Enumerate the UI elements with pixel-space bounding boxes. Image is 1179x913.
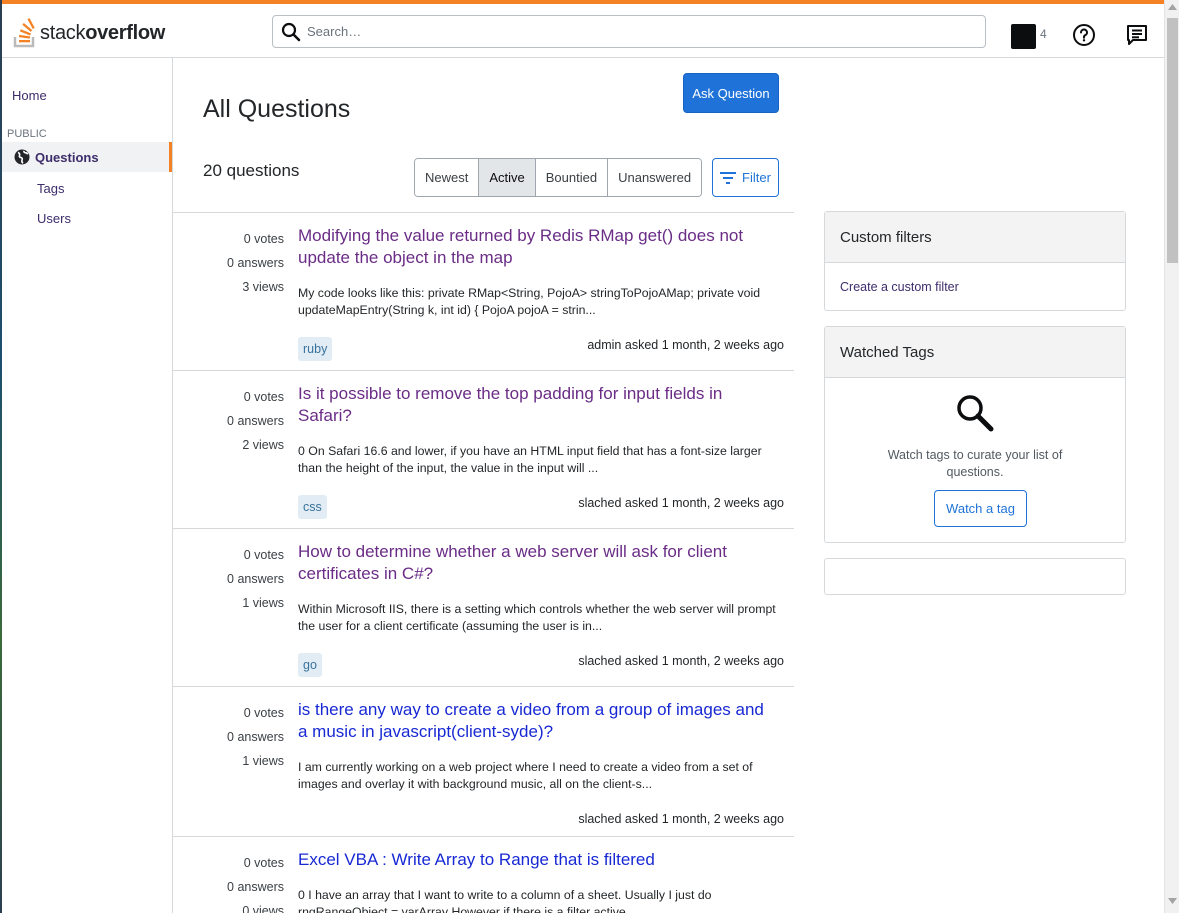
vote-count: 0 votes — [243, 390, 284, 404]
left-sidebar: Home PUBLIC Questions Tags Users — [2, 58, 173, 913]
tag-badge[interactable]: go — [298, 653, 322, 677]
question-meta: slached asked 1 month, 2 weeks ago — [578, 496, 784, 510]
ask-question-button[interactable]: Ask Question — [683, 73, 779, 113]
watched-tags-widget: Watched Tags Watch tags to curate your l… — [824, 326, 1126, 543]
question-excerpt: Within Microsoft IIS, there is a setting… — [298, 602, 776, 633]
question-title-link[interactable]: Modifying the value returned by Redis RM… — [298, 225, 778, 269]
filter-button-label: Filter — [742, 170, 771, 185]
search-box[interactable] — [272, 15, 986, 48]
question-summary: 0 votes 0 answers 3 views Modifying the … — [173, 212, 794, 370]
scroll-up-arrow-icon[interactable] — [1168, 4, 1177, 10]
view-count: 3 views — [242, 280, 284, 294]
question-excerpt: I am currently working on a web project … — [298, 760, 753, 791]
answer-count: 0 answers — [227, 730, 284, 744]
question-title-link[interactable]: Excel VBA : Write Array to Range that is… — [298, 849, 778, 871]
tag-badge[interactable]: css — [298, 495, 327, 519]
sidebar-item-users[interactable]: Users — [37, 211, 71, 226]
watched-tags-note: Watch tags to curate your list of questi… — [887, 448, 1063, 479]
question-excerpt: My code looks like this: private RMap<St… — [298, 286, 761, 317]
view-count: 1 views — [242, 596, 284, 610]
vote-count: 0 votes — [243, 548, 284, 562]
sidebar-item-label: Questions — [35, 149, 99, 165]
logo-wordmark: stackoverflow — [40, 21, 166, 44]
search-input[interactable] — [307, 20, 967, 43]
avatar[interactable] — [1011, 24, 1036, 49]
question-summary: 0 votes 0 answers 1 views is there any w… — [173, 686, 794, 844]
sidebar-section-label: PUBLIC — [7, 128, 47, 140]
question-stats: 0 votes 0 answers 1 views — [227, 706, 284, 778]
custom-filters-widget: Custom filters Create a custom filter — [824, 211, 1126, 311]
question-title-link[interactable]: Is it possible to remove the top padding… — [298, 383, 778, 427]
filter-icon — [720, 171, 737, 184]
watch-tag-button[interactable]: Watch a tag — [934, 490, 1027, 527]
answer-count: 0 answers — [227, 572, 284, 586]
tab-active[interactable]: Active — [479, 159, 536, 196]
tab-unanswered[interactable]: Unanswered — [608, 159, 702, 196]
sidebar-item-tags[interactable]: Tags — [37, 181, 64, 196]
view-count: 1 views — [242, 754, 284, 768]
question-excerpt: 0 On Safari 16.6 and lower, if you have … — [298, 444, 762, 475]
filter-button[interactable]: Filter — [712, 158, 779, 197]
reputation-count: 4 — [1040, 27, 1047, 41]
question-summary: 0 votes 0 answers 2 views Is it possible… — [173, 370, 794, 528]
question-stats: 0 votes 0 answers 2 views — [227, 390, 284, 462]
widget-header: Watched Tags — [825, 327, 1125, 378]
widget-header: Custom filters — [825, 212, 1125, 263]
tab-bountied[interactable]: Bountied — [535, 159, 609, 196]
question-count: 20 questions — [203, 161, 300, 180]
scroll-down-arrow-icon[interactable] — [1168, 898, 1177, 904]
tab-newest[interactable]: Newest — [415, 159, 480, 196]
stack-logo-icon — [13, 18, 35, 48]
search-icon — [281, 22, 301, 42]
question-meta: slached asked 1 month, 2 weeks ago — [578, 654, 784, 668]
question-stats: 0 votes 0 answers 3 views — [227, 232, 284, 304]
site-logo[interactable]: stackoverflow — [12, 16, 165, 50]
view-count: 0 views — [242, 904, 284, 913]
answer-count: 0 answers — [227, 256, 284, 270]
answer-count: 0 answers — [227, 880, 284, 894]
help-icon[interactable] — [1072, 23, 1096, 47]
question-title-link[interactable]: is there any way to create a video from … — [298, 699, 778, 743]
question-stats: 0 votes 0 answers 1 views — [227, 548, 284, 620]
vote-count: 0 votes — [243, 856, 284, 870]
question-meta: admin asked 1 month, 2 weeks ago — [587, 338, 784, 352]
question-excerpt: 0 I have an array that I want to write t… — [298, 888, 712, 913]
question-summary: 0 votes 0 answers 1 views How to determi… — [173, 528, 794, 686]
magnifier-icon — [957, 395, 994, 432]
vote-count: 0 votes — [243, 232, 284, 246]
page-title: All Questions — [203, 95, 351, 123]
inbox-icon[interactable] — [1126, 24, 1148, 46]
globe-icon — [14, 149, 30, 165]
answer-count: 0 answers — [227, 414, 284, 428]
sort-tabs: Newest Active Bountied Unanswered — [414, 158, 703, 197]
page-scrollbar[interactable] — [1164, 0, 1179, 913]
vote-count: 0 votes — [243, 706, 284, 720]
sidebar-item-questions[interactable]: Questions — [2, 142, 172, 172]
question-title-link[interactable]: How to determine whether a web server wi… — [298, 541, 778, 585]
sidebar-item-home[interactable]: Home — [12, 88, 47, 103]
tag-badge[interactable]: ruby — [298, 337, 333, 361]
question-stats: 0 votes 0 answers 0 views — [227, 856, 284, 913]
question-meta: slached asked 1 month, 2 weeks ago — [578, 812, 784, 826]
view-count: 2 views — [242, 438, 284, 452]
top-bar: stackoverflow 4 — [2, 0, 1164, 58]
scrollbar-thumb[interactable] — [1167, 18, 1178, 263]
window-edge — [0, 0, 2, 913]
create-custom-filter-link[interactable]: Create a custom filter — [840, 280, 959, 294]
empty-widget — [824, 558, 1126, 595]
question-summary: 0 votes 0 answers 0 views Excel VBA : Wr… — [173, 836, 794, 913]
